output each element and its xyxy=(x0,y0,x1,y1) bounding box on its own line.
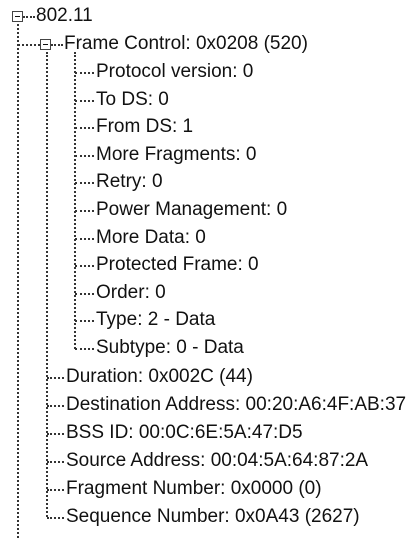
packet-detail-tree: 802.11 Frame Control: 0x0208 (520) Proto… xyxy=(0,0,420,538)
connector-destination-address xyxy=(47,405,64,407)
connector-sequence-number xyxy=(47,517,64,519)
frame-control-guide-line xyxy=(74,52,76,349)
tree-node-frame-control[interactable]: Frame Control: 0x0208 (520) xyxy=(64,32,308,56)
connector-from-ds xyxy=(75,127,94,129)
frame-control-connector-in xyxy=(18,44,40,46)
connector-to-ds xyxy=(75,100,94,102)
tree-node-from-ds[interactable]: From DS: 1 xyxy=(96,115,193,139)
tree-node-to-ds[interactable]: To DS: 0 xyxy=(96,88,169,112)
tree-node-duration[interactable]: Duration: 0x002C (44) xyxy=(66,365,253,389)
tree-node-retry[interactable]: Retry: 0 xyxy=(96,170,163,194)
connector-duration xyxy=(47,377,64,379)
tree-node-more-data[interactable]: More Data: 0 xyxy=(96,226,206,250)
tree-node-bss-id[interactable]: BSS ID: 00:0C:6E:5A:47:D5 xyxy=(66,421,303,445)
tree-node-order[interactable]: Order: 0 xyxy=(96,281,166,305)
connector-more-data xyxy=(75,238,94,240)
connector-subtype xyxy=(75,348,94,350)
collapse-frame-control-icon[interactable] xyxy=(40,39,51,50)
connector-type xyxy=(75,320,94,322)
connector-protected-frame xyxy=(75,265,94,267)
root-connector xyxy=(23,16,35,18)
root-children-guide-line xyxy=(46,52,48,517)
tree-node-protected-frame[interactable]: Protected Frame: 0 xyxy=(96,253,259,277)
connector-bss-id xyxy=(47,433,64,435)
tree-node-sequence-number[interactable]: Sequence Number: 0x0A43 (2627) xyxy=(66,505,360,529)
connector-more-fragments xyxy=(75,155,94,157)
connector-fragment-number xyxy=(47,489,64,491)
connector-order xyxy=(75,293,94,295)
collapse-root-icon[interactable] xyxy=(12,11,23,22)
tree-node-source-address[interactable]: Source Address: 00:04:5A:64:87:2A xyxy=(66,449,368,473)
tree-node-more-fragments[interactable]: More Fragments: 0 xyxy=(96,143,257,167)
tree-node-destination-address[interactable]: Destination Address: 00:20:A6:4F:AB:37 xyxy=(66,393,406,417)
connector-source-address xyxy=(47,461,64,463)
connector-retry xyxy=(75,182,94,184)
tree-node-fragment-number[interactable]: Fragment Number: 0x0000 (0) xyxy=(66,477,322,501)
tree-node-802-11[interactable]: 802.11 xyxy=(36,4,93,28)
root-guide-line xyxy=(17,24,19,538)
connector-protocol-version xyxy=(75,72,94,74)
frame-control-connector xyxy=(51,44,63,46)
connector-power-management xyxy=(75,210,94,212)
tree-node-subtype[interactable]: Subtype: 0 - Data xyxy=(96,336,244,360)
tree-node-type[interactable]: Type: 2 - Data xyxy=(96,308,215,332)
tree-node-power-management[interactable]: Power Management: 0 xyxy=(96,198,287,222)
tree-node-protocol-version[interactable]: Protocol version: 0 xyxy=(96,60,253,84)
